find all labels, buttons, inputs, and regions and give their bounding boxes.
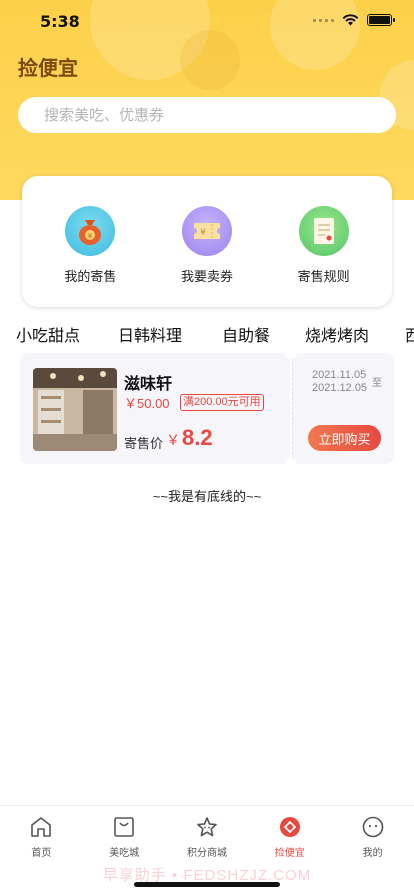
page-title: 捡便宜 bbox=[18, 56, 78, 80]
category-tab-snacks[interactable]: 小吃甜点 bbox=[16, 322, 80, 346]
document-icon bbox=[298, 206, 349, 256]
coupon-notch bbox=[285, 458, 297, 470]
min-spend-badge: 满200.00元可用 bbox=[180, 394, 264, 411]
category-tab-western[interactable]: 西 bbox=[405, 322, 414, 346]
consignment-rules-button[interactable]: 寄售规则 bbox=[269, 206, 379, 307]
action-label: 我的寄售 bbox=[64, 269, 117, 284]
action-card: ¥ 我的寄售 ¥ 我要卖券 寄售规则 bbox=[22, 176, 392, 307]
sale-price-label: 寄售价 bbox=[124, 436, 164, 451]
end-of-list-text: ~~我是有底线的~~ bbox=[152, 489, 262, 504]
sell-coupon-button[interactable]: ¥ 我要卖券 bbox=[152, 206, 262, 307]
home-icon bbox=[28, 814, 54, 840]
sale-currency: ￥ bbox=[166, 432, 180, 448]
ticket-icon: ¥ bbox=[181, 206, 232, 256]
category-tab-bbq[interactable]: 烧烤烤肉 bbox=[305, 322, 369, 346]
buy-now-button[interactable]: 立即购买 bbox=[308, 425, 381, 451]
shop-image bbox=[33, 368, 117, 451]
tab-label: 美吃城 bbox=[109, 848, 140, 859]
tab-label: 首页 bbox=[31, 848, 52, 859]
search-input[interactable] bbox=[44, 106, 374, 124]
svg-text:¥: ¥ bbox=[88, 232, 93, 240]
face-icon bbox=[360, 814, 386, 840]
tab-label: 我的 bbox=[362, 848, 383, 859]
diamond-icon bbox=[277, 814, 303, 840]
wifi-icon bbox=[342, 14, 359, 26]
valid-date-start: 2021.11.05 bbox=[312, 369, 367, 381]
sale-price-value: 8.2 bbox=[182, 425, 213, 450]
status-icons bbox=[313, 14, 395, 26]
sale-price: ￥8.2 bbox=[166, 425, 213, 451]
category-tab-japanese-korean[interactable]: 日韩料理 bbox=[118, 322, 182, 346]
valid-date-separator: 至 bbox=[372, 378, 382, 389]
shop-name: 滋味轩 bbox=[124, 376, 173, 393]
category-tab-buffet[interactable]: 自助餐 bbox=[222, 322, 270, 346]
tab-label: 积分商城 bbox=[186, 848, 227, 859]
coupon-card[interactable]: 滋味轩 ￥50.00 满200.00元可用 寄售价 ￥8.2 2021.11.0… bbox=[20, 347, 394, 470]
bag-icon bbox=[111, 814, 137, 840]
tab-label: 捡便宜 bbox=[274, 848, 305, 859]
battery-icon bbox=[367, 14, 395, 26]
coupon-face-value: ￥50.00 bbox=[124, 396, 170, 411]
valid-date-end: 2021.12.05 bbox=[312, 382, 368, 394]
star-icon bbox=[194, 814, 220, 840]
home-indicator bbox=[134, 882, 280, 887]
action-label: 我要卖券 bbox=[180, 269, 233, 284]
coupon-side: 2021.11.05 至 2021.12.05 立即购买 bbox=[292, 353, 394, 464]
action-label: 寄售规则 bbox=[297, 269, 350, 284]
my-consignment-button[interactable]: ¥ 我的寄售 bbox=[35, 206, 145, 307]
money-bag-icon: ¥ bbox=[65, 206, 116, 256]
status-bar: 5:38 bbox=[0, 0, 414, 44]
coupon-main: 滋味轩 ￥50.00 满200.00元可用 寄售价 ￥8.2 bbox=[20, 353, 290, 464]
coupon-notch bbox=[285, 347, 297, 359]
svg-text:¥: ¥ bbox=[200, 228, 206, 238]
search-bar[interactable] bbox=[18, 97, 396, 133]
category-tabs: 小吃甜点 日韩料理 自助餐 烧烤烤肉 西 bbox=[0, 322, 414, 346]
signal-icon bbox=[313, 18, 334, 22]
status-time: 5:38 bbox=[40, 12, 80, 31]
